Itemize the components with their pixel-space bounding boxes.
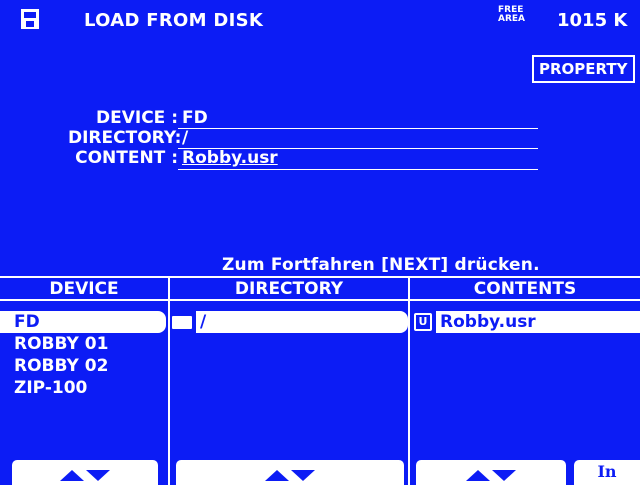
property-button[interactable]: PROPERTY bbox=[532, 55, 635, 83]
free-size-value: 1015 K bbox=[557, 10, 628, 31]
column-divider-1 bbox=[168, 277, 170, 485]
directory-item-root[interactable]: / bbox=[172, 311, 408, 333]
content-underline bbox=[178, 169, 538, 170]
directory-item-label: / bbox=[196, 311, 408, 333]
table-header-line bbox=[0, 299, 640, 301]
free-area-label: FREE AREA bbox=[498, 6, 525, 24]
column-header-directory: DIRECTORY bbox=[234, 279, 344, 299]
up-down-arrows-icon bbox=[265, 470, 315, 481]
user-file-icon: U bbox=[414, 313, 432, 331]
load-from-disk-screen: LOAD FROM DISK FREE AREA 1015 K PROPERTY… bbox=[0, 0, 640, 485]
in-button-label: In bbox=[597, 462, 617, 481]
directory-label: DIRECTORY: bbox=[68, 128, 182, 148]
device-list: FD ROBBY 01 ROBBY 02 ZIP-100 bbox=[0, 311, 166, 399]
in-button[interactable]: In bbox=[574, 460, 640, 485]
device-underline bbox=[178, 128, 538, 129]
screen-title: LOAD FROM DISK bbox=[84, 10, 264, 31]
table-top-line bbox=[0, 276, 640, 278]
device-scroll-button[interactable] bbox=[12, 460, 158, 485]
column-header-device: DEVICE bbox=[49, 279, 119, 299]
up-down-arrows-icon bbox=[466, 470, 516, 481]
content-label: CONTENT : bbox=[75, 148, 178, 168]
device-value: FD bbox=[182, 108, 208, 128]
up-down-arrows-icon bbox=[60, 470, 110, 481]
contents-scroll-button[interactable] bbox=[416, 460, 566, 485]
free-area-line2: AREA bbox=[498, 14, 526, 24]
device-label: DEVICE : bbox=[95, 108, 178, 128]
column-header-contents: CONTENTS bbox=[473, 279, 577, 299]
device-item-robby-01[interactable]: ROBBY 01 bbox=[0, 333, 166, 355]
contents-item-robby-usr[interactable]: U Robby.usr bbox=[414, 311, 640, 333]
device-item-robby-02[interactable]: ROBBY 02 bbox=[0, 355, 166, 377]
column-divider-2 bbox=[408, 277, 410, 485]
content-value: Robby.usr bbox=[182, 148, 278, 168]
device-item-fd[interactable]: FD bbox=[0, 311, 166, 333]
folder-icon bbox=[172, 315, 192, 329]
directory-scroll-button[interactable] bbox=[176, 460, 404, 485]
instruction-message: Zum Fortfahren [NEXT] drücken. bbox=[222, 255, 540, 275]
device-item-zip-100[interactable]: ZIP-100 bbox=[0, 377, 166, 399]
directory-value: / bbox=[182, 128, 189, 148]
contents-item-label: Robby.usr bbox=[436, 311, 640, 333]
load-disk-icon bbox=[21, 9, 39, 29]
